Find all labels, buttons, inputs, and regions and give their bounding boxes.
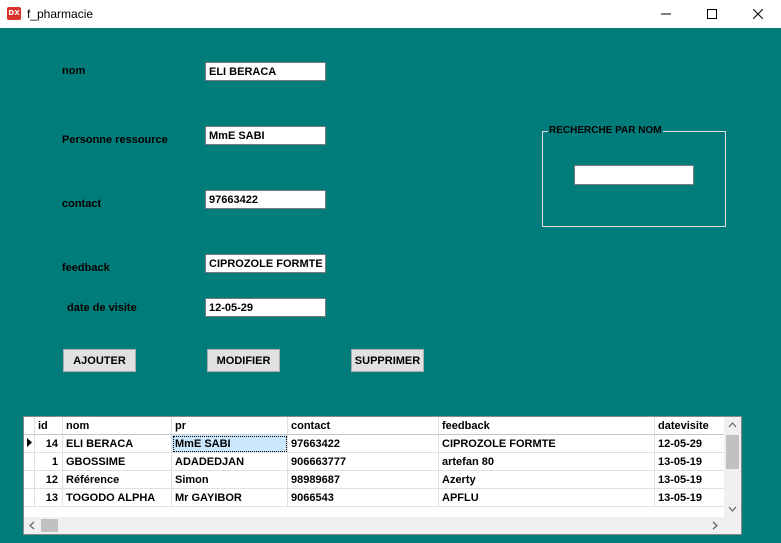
contact-label: contact (62, 198, 102, 210)
cell-pr[interactable]: ADADEDJAN (171, 452, 288, 471)
grid-table: id nom pr contact feedback datevisite 14… (24, 417, 727, 507)
search-input[interactable] (574, 165, 694, 185)
supprimer-button[interactable]: SUPPRIMER (351, 349, 424, 372)
table-row[interactable]: 1 GBOSSIME ADADEDJAN 906663777 artefan 8… (24, 452, 727, 471)
contact-input[interactable]: 97663422 (205, 190, 326, 209)
cell-contact[interactable]: 98989687 (287, 470, 439, 489)
cell-nom[interactable]: ELI BERACA (62, 434, 172, 453)
cell-id[interactable]: 13 (34, 488, 63, 507)
modifier-button[interactable]: MODIFIER (207, 349, 280, 372)
cell-datevisite[interactable]: 13-05-19 (654, 488, 727, 507)
horizontal-scrollbar[interactable] (24, 517, 724, 534)
cell-contact[interactable]: 9066543 (287, 488, 439, 507)
ajouter-button[interactable]: AJOUTER (63, 349, 136, 372)
table-row[interactable]: 12 Référence Simon 98989687 Azerty 13-05… (24, 470, 727, 489)
cell-feedback[interactable]: CIPROZOLE FORMTE (438, 434, 655, 453)
minimize-button[interactable] (643, 0, 689, 28)
cell-contact[interactable]: 97663422 (287, 434, 439, 453)
cell-nom[interactable]: GBOSSIME (62, 452, 172, 471)
row-header (24, 452, 35, 471)
row-header-corner (24, 417, 35, 435)
cell-datevisite[interactable]: 12-05-29 (654, 434, 727, 453)
column-header-feedback[interactable]: feedback (438, 417, 655, 435)
cell-pr[interactable]: MmE SABI (171, 434, 288, 453)
table-row[interactable]: 13 TOGODO ALPHA Mr GAYIBOR 9066543 APFLU… (24, 488, 727, 507)
scrollbar-corner (724, 517, 741, 534)
data-grid[interactable]: id nom pr contact feedback datevisite 14… (23, 416, 742, 535)
cell-id[interactable]: 14 (34, 434, 63, 453)
column-header-id[interactable]: id (34, 417, 63, 435)
cell-contact[interactable]: 906663777 (287, 452, 439, 471)
search-group-title: RECHERCHE PAR NOM (548, 125, 663, 136)
row-header (24, 488, 35, 507)
cell-feedback[interactable]: artefan 80 (438, 452, 655, 471)
cell-pr[interactable]: Mr GAYIBOR (171, 488, 288, 507)
personne-ressource-label: Personne ressource (62, 134, 168, 146)
cell-nom[interactable]: Référence (62, 470, 172, 489)
column-header-nom[interactable]: nom (62, 417, 172, 435)
close-icon (753, 9, 763, 19)
feedback-label: feedback (62, 262, 110, 274)
table-row[interactable]: 14 ELI BERACA MmE SABI 97663422 CIPROZOL… (24, 434, 727, 453)
cell-datevisite[interactable]: 13-05-19 (654, 452, 727, 471)
current-row-arrow-icon (26, 437, 32, 447)
vertical-scrollbar-graphic (726, 422, 739, 512)
app-icon: DX (7, 7, 21, 20)
window-title: f_pharmacie (27, 7, 94, 21)
cell-datevisite[interactable]: 13-05-19 (654, 470, 727, 489)
column-header-datevisite[interactable]: datevisite (654, 417, 727, 435)
row-header (24, 470, 35, 489)
maximize-button[interactable] (689, 0, 735, 28)
cell-id[interactable]: 1 (34, 452, 63, 471)
cell-feedback[interactable]: APFLU (438, 488, 655, 507)
minimize-icon (661, 13, 671, 15)
cell-nom[interactable]: TOGODO ALPHA (62, 488, 172, 507)
grid-header-row: id nom pr contact feedback datevisite (24, 417, 727, 435)
personne-ressource-input[interactable]: MmE SABI (205, 126, 326, 145)
horizontal-scrollbar-graphic (29, 519, 718, 532)
maximize-icon (707, 9, 717, 19)
cell-feedback[interactable]: Azerty (438, 470, 655, 489)
nom-input[interactable]: ELI BERACA (205, 62, 326, 81)
current-row-indicator (24, 434, 35, 453)
cell-id[interactable]: 12 (34, 470, 63, 489)
cell-pr[interactable]: Simon (171, 470, 288, 489)
date-visite-label: date de visite (67, 302, 137, 314)
close-button[interactable] (735, 0, 781, 28)
title-bar: DX f_pharmacie (0, 0, 781, 28)
form-client-area: nom ELI BERACA Personne ressource MmE SA… (0, 28, 781, 543)
feedback-input[interactable]: CIPROZOLE FORMTE (205, 254, 326, 273)
nom-label: nom (62, 65, 86, 77)
vertical-scrollbar[interactable] (724, 417, 741, 517)
column-header-pr[interactable]: pr (171, 417, 288, 435)
date-visite-input[interactable]: 12-05-29 (205, 298, 326, 317)
column-header-contact[interactable]: contact (287, 417, 439, 435)
